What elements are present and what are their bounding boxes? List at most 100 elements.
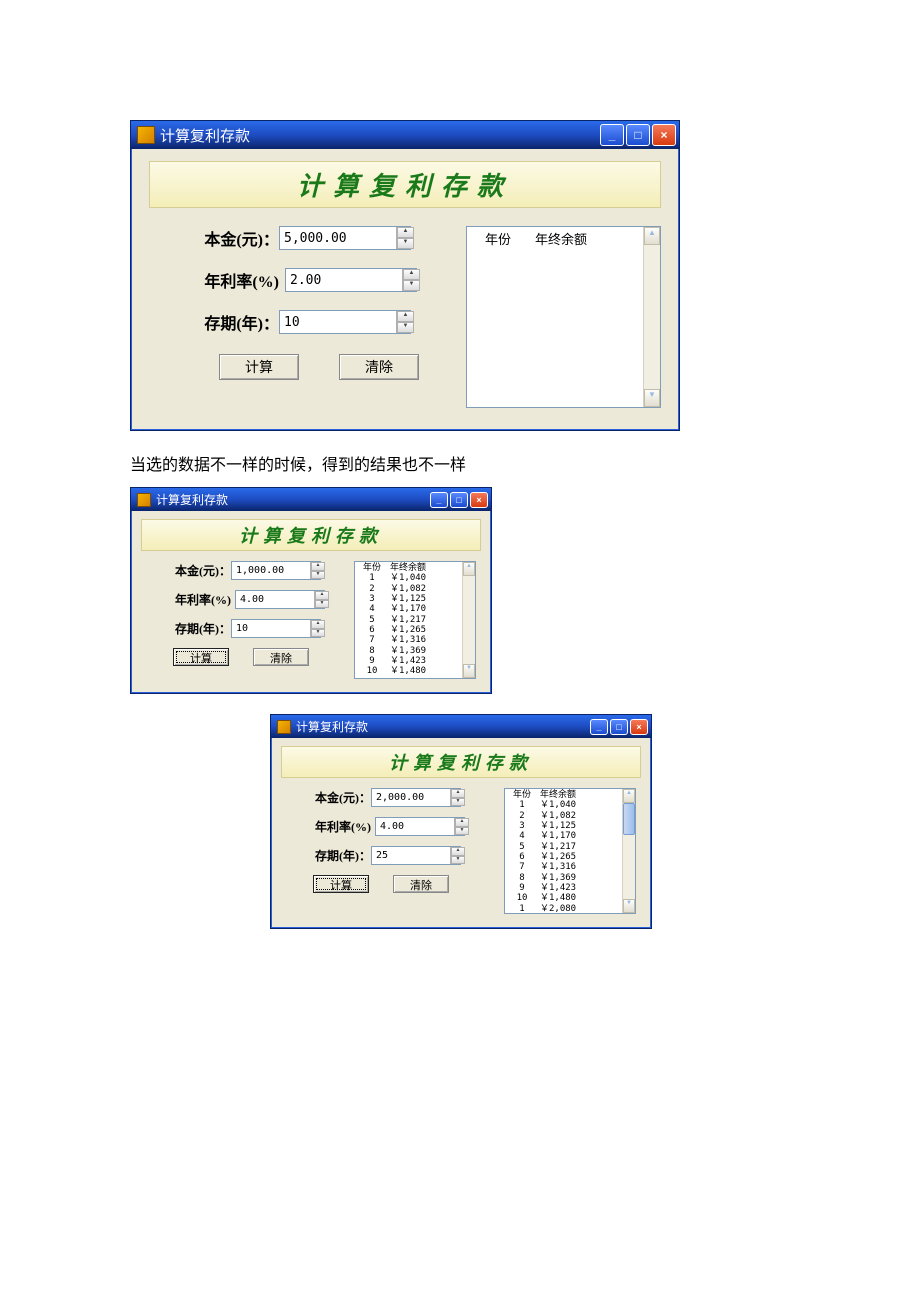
principal-spinner[interactable]: ▲ ▼ xyxy=(279,226,411,250)
spin-up-icon[interactable]: ▲ xyxy=(451,789,465,798)
term-input[interactable] xyxy=(372,847,450,864)
result-row[interactable]: 8￥1,369 xyxy=(358,646,459,656)
spin-up-icon[interactable]: ▲ xyxy=(315,591,329,600)
result-row[interactable]: 3￥1,125 xyxy=(358,594,459,604)
scroll-thumb[interactable] xyxy=(623,803,635,835)
calculate-button[interactable]: 计算 xyxy=(173,648,229,666)
result-row[interactable]: 3￥1,125 xyxy=(508,821,619,831)
scrollbar[interactable]: ▲ ▼ xyxy=(643,227,660,407)
scroll-down-icon[interactable]: ▼ xyxy=(463,664,475,678)
principal-input[interactable] xyxy=(232,562,310,579)
cell-year: 3 xyxy=(358,594,386,604)
spin-down-icon[interactable]: ▼ xyxy=(451,856,465,865)
result-row[interactable]: 5￥1,217 xyxy=(358,615,459,625)
clear-button[interactable]: 清除 xyxy=(393,875,449,893)
titlebar[interactable]: 计算复利存款 _ □ × xyxy=(131,488,491,511)
result-row[interactable]: 7￥1,316 xyxy=(508,862,619,872)
principal-spinner[interactable]: ▲▼ xyxy=(371,788,461,807)
spin-down-icon[interactable]: ▼ xyxy=(403,280,420,291)
spin-down-icon[interactable]: ▼ xyxy=(397,238,414,249)
spin-up-icon[interactable]: ▲ xyxy=(311,562,325,571)
rate-input[interactable] xyxy=(286,269,402,291)
principal-spinner[interactable]: ▲▼ xyxy=(231,561,321,580)
minimize-button[interactable]: _ xyxy=(600,124,624,146)
scroll-up-icon[interactable]: ▲ xyxy=(644,227,660,245)
clear-button[interactable]: 清除 xyxy=(253,648,309,666)
result-row[interactable]: 2￥1,082 xyxy=(358,584,459,594)
maximize-button[interactable]: □ xyxy=(610,719,628,735)
cell-year: 2 xyxy=(358,584,386,594)
scroll-up-icon[interactable]: ▲ xyxy=(463,562,475,576)
minimize-button[interactable]: _ xyxy=(590,719,608,735)
spin-down-icon[interactable]: ▼ xyxy=(311,571,325,580)
result-row[interactable]: 9￥1,423 xyxy=(508,883,619,893)
result-list[interactable]: 年份 年终余额 ▲ ▼ xyxy=(466,226,661,408)
calculate-button[interactable]: 计算 xyxy=(313,875,369,893)
result-row[interactable]: 9￥1,423 xyxy=(358,656,459,666)
rate-label: 年利率(%) xyxy=(299,818,371,835)
term-spinner[interactable]: ▲ ▼ xyxy=(279,310,411,334)
result-row[interactable]: 5￥1,217 xyxy=(508,842,619,852)
term-spinner[interactable]: ▲▼ xyxy=(231,619,321,638)
rate-spinner[interactable]: ▲▼ xyxy=(235,590,325,609)
result-row[interactable]: 6￥1,265 xyxy=(358,625,459,635)
scrollbar[interactable]: ▲ ▼ xyxy=(462,562,475,678)
titlebar[interactable]: 计算复利存款 _ □ × xyxy=(131,121,679,149)
result-row[interactable]: 1￥1,040 xyxy=(358,573,459,583)
close-button[interactable]: × xyxy=(630,719,648,735)
heading-bar: 计算复利存款 xyxy=(141,519,481,551)
spin-up-icon[interactable]: ▲ xyxy=(397,227,414,238)
spin-up-icon[interactable]: ▲ xyxy=(403,269,420,280)
scroll-up-icon[interactable]: ▲ xyxy=(623,789,635,803)
scroll-down-icon[interactable]: ▼ xyxy=(644,389,660,407)
result-list[interactable]: 年份 年终余额 1￥1,0402￥1,0823￥1,1254￥1,1705￥1,… xyxy=(504,788,636,914)
result-row[interactable]: 2￥1,082 xyxy=(508,811,619,821)
cell-year: 7 xyxy=(358,635,386,645)
close-button[interactable]: × xyxy=(470,492,488,508)
principal-input[interactable] xyxy=(280,227,396,249)
spin-down-icon[interactable]: ▼ xyxy=(455,827,469,836)
app-icon xyxy=(137,493,151,507)
result-row[interactable]: 4￥1,170 xyxy=(508,831,619,841)
clear-button[interactable]: 清除 xyxy=(339,354,419,380)
minimize-button[interactable]: _ xyxy=(430,492,448,508)
cell-balance: ￥1,423 xyxy=(536,883,619,893)
spin-down-icon[interactable]: ▼ xyxy=(311,629,325,638)
rate-label: 年利率(%) xyxy=(159,591,231,608)
term-spinner[interactable]: ▲▼ xyxy=(371,846,461,865)
spin-up-icon[interactable]: ▲ xyxy=(311,620,325,629)
term-input[interactable] xyxy=(280,311,396,333)
close-button[interactable]: × xyxy=(652,124,676,146)
result-row[interactable]: 10￥1,480 xyxy=(508,893,619,903)
rate-spinner[interactable]: ▲ ▼ xyxy=(285,268,417,292)
result-row[interactable]: 4￥1,170 xyxy=(358,604,459,614)
titlebar[interactable]: 计算复利存款 _ □ × xyxy=(271,715,651,738)
maximize-button[interactable]: □ xyxy=(626,124,650,146)
result-row[interactable]: 10￥1,480 xyxy=(358,666,459,676)
spin-up-icon[interactable]: ▲ xyxy=(455,818,469,827)
spin-down-icon[interactable]: ▼ xyxy=(315,600,329,609)
result-row[interactable]: 8￥1,369 xyxy=(508,873,619,883)
result-rows: 1￥1,0402￥1,0823￥1,1254￥1,1705￥1,2176￥1,2… xyxy=(358,573,459,676)
rate-input[interactable] xyxy=(376,818,454,835)
spin-up-icon[interactable]: ▲ xyxy=(397,311,414,322)
result-row[interactable]: 7￥1,316 xyxy=(358,635,459,645)
result-row[interactable]: 6￥1,265 xyxy=(508,852,619,862)
calculate-button[interactable]: 计算 xyxy=(219,354,299,380)
app-icon xyxy=(137,126,155,144)
spin-up-icon[interactable]: ▲ xyxy=(451,847,465,856)
maximize-button[interactable]: □ xyxy=(450,492,468,508)
principal-input[interactable] xyxy=(372,789,450,806)
result-row[interactable]: 1￥1,040 xyxy=(508,800,619,810)
spin-down-icon[interactable]: ▼ xyxy=(451,798,465,807)
spin-down-icon[interactable]: ▼ xyxy=(397,322,414,333)
term-input[interactable] xyxy=(232,620,310,637)
cell-year: 1 xyxy=(358,573,386,583)
scrollbar[interactable]: ▲ ▼ xyxy=(622,789,635,913)
result-row[interactable]: 1￥2,080 xyxy=(508,904,619,913)
rate-spinner[interactable]: ▲▼ xyxy=(375,817,465,836)
result-list[interactable]: 年份 年终余额 1￥1,0402￥1,0823￥1,1254￥1,1705￥1,… xyxy=(354,561,476,679)
cell-year: 5 xyxy=(358,615,386,625)
rate-input[interactable] xyxy=(236,591,314,608)
scroll-down-icon[interactable]: ▼ xyxy=(623,899,635,913)
